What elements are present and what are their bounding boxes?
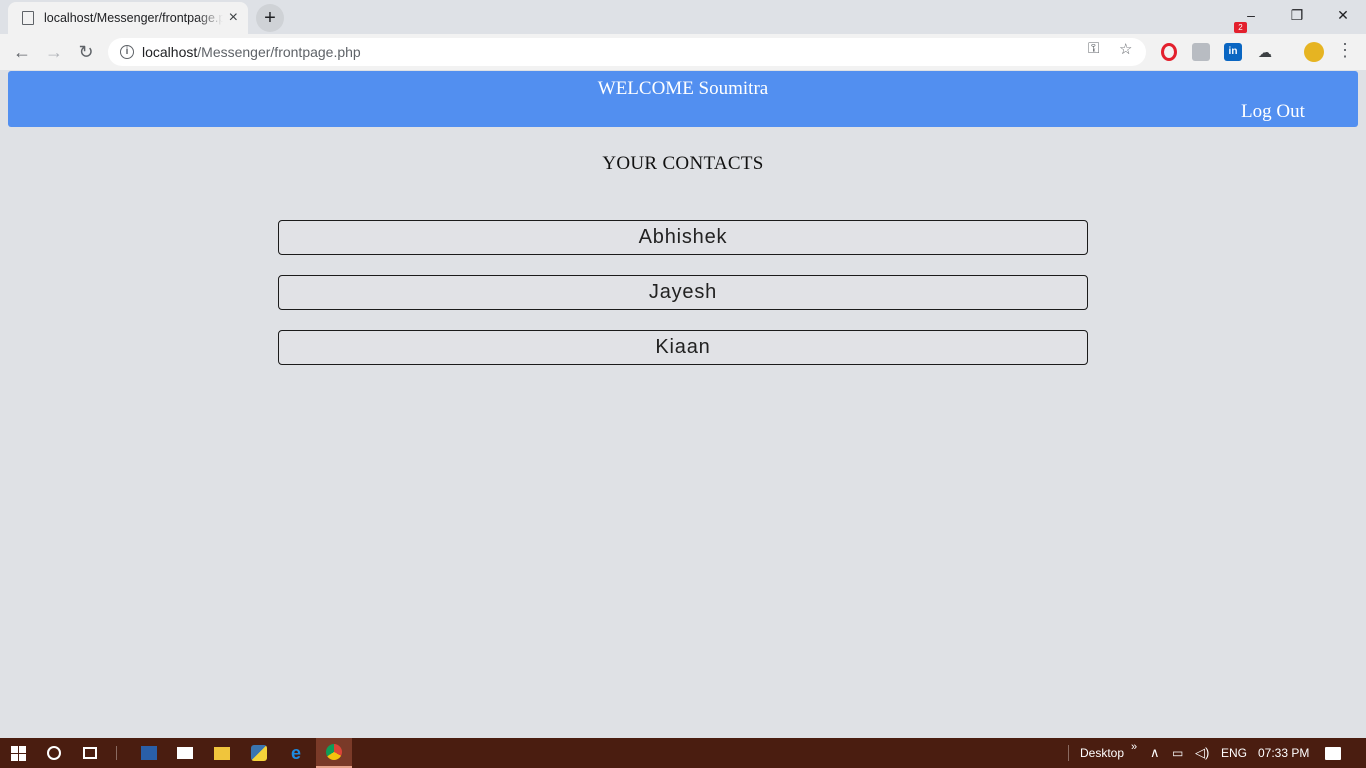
tab-title: localhost/Messenger/frontpage.php [44,11,223,25]
desktop-toolbar-label[interactable]: Desktop [1080,738,1124,768]
address-bar[interactable]: i localhost /Messenger/frontpage.php [108,38,1146,66]
action-center-button[interactable] [1318,738,1348,768]
restore-button[interactable]: ❐ [1274,0,1320,30]
battery-icon[interactable]: ▭ [1172,738,1183,768]
key-icon[interactable]: ⚿ [1088,40,1099,57]
back-button[interactable]: ← [8,38,36,66]
edge-icon: e [290,742,301,763]
language-indicator[interactable]: ENG [1221,738,1247,768]
extension-badge: 2 [1234,22,1247,33]
reload-button[interactable]: ↻ [72,38,100,66]
logout-link[interactable]: Log Out [1241,101,1305,123]
notification-icon [1325,746,1341,760]
mail-icon [177,747,193,759]
task-view-button[interactable] [72,738,108,768]
taskbar-app-edge[interactable]: e [278,738,314,768]
welcome-text: WELCOME Soumitra [597,78,769,99]
cloud-download-icon[interactable]: ☁ [1256,43,1274,61]
start-button[interactable] [0,738,36,768]
cortana-icon [47,746,61,760]
url-host: localhost [142,44,198,60]
extension-icon[interactable] [1192,43,1210,61]
windows-logo-icon [10,745,26,761]
contact-button[interactable]: Jayesh [278,275,1088,310]
browser-tab[interactable]: localhost/Messenger/frontpage.php × [8,2,248,34]
taskbar-divider [116,746,117,760]
tray-divider [1068,745,1069,761]
tab-close-icon[interactable]: × [229,9,238,27]
contact-button[interactable]: Abhishek [278,220,1088,255]
contacts-heading: YOUR CONTACTS [602,153,764,174]
taskbar-app-python[interactable] [241,738,277,768]
window-close-button[interactable]: ✕ [1320,0,1366,30]
profile-avatar[interactable] [1304,42,1324,62]
opera-extension-icon[interactable] [1161,43,1177,61]
taskbar-app-mail[interactable] [167,738,203,768]
powershell-icon [141,746,157,760]
clock[interactable]: 07:33 PM [1258,738,1309,768]
web-page: WELCOME Soumitra Log Out YOUR CONTACTS A… [0,70,1366,738]
task-view-icon [83,747,97,759]
url-path: /Messenger/frontpage.php [197,44,361,60]
page-header: WELCOME Soumitra Log Out [8,71,1358,127]
contact-button[interactable]: Kiaan [278,330,1088,365]
forward-button[interactable]: → [40,38,68,66]
chrome-icon [326,744,342,760]
browser-tab-strip: localhost/Messenger/frontpage.php × + – … [0,0,1366,34]
taskbar-app-explorer[interactable] [204,738,240,768]
taskbar-app-powershell[interactable] [131,738,167,768]
new-tab-button[interactable]: + [256,4,284,32]
page-icon [22,11,34,25]
contact-list: Abhishek Jayesh Kiaan [278,220,1088,385]
browser-menu-icon[interactable]: ⋮ [1336,40,1354,61]
desktop-chevron-icon[interactable]: » [1131,732,1137,762]
python-icon [251,745,267,761]
folder-icon [214,746,230,760]
bookmark-star-icon[interactable]: ☆ [1119,40,1132,58]
linkedin-extension-icon[interactable]: in [1224,43,1242,61]
volume-icon[interactable]: ◁) [1195,738,1209,768]
cortana-button[interactable] [36,738,72,768]
info-icon[interactable]: i [120,45,134,59]
taskbar: e Desktop » ∧ ▭ ◁) ENG 07:33 PM [0,738,1366,768]
show-hidden-icons-icon[interactable]: ∧ [1150,738,1160,768]
taskbar-app-chrome[interactable] [316,738,352,768]
